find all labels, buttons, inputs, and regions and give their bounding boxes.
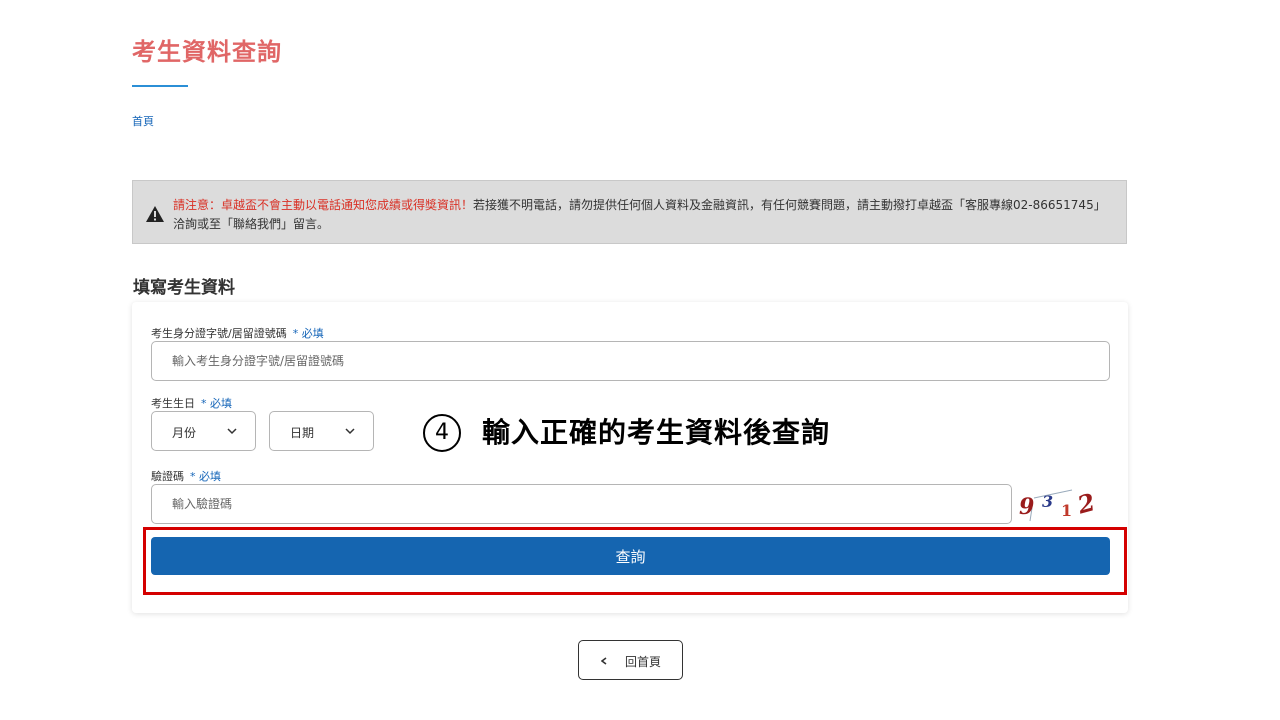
- captcha-label-text: 驗證碼: [151, 470, 184, 483]
- month-select[interactable]: 月份: [151, 411, 256, 451]
- back-home-label: 回首頁: [625, 655, 662, 669]
- day-select[interactable]: 日期: [269, 411, 374, 451]
- notice-banner: 請注意：卓越盃不會主動以電話通知您成績或得獎資訊！若接獲不明電話，請勿提供任何個…: [132, 180, 1127, 244]
- warning-triangle-icon: [146, 206, 164, 222]
- id-field-label-text: 考生身分證字號/居留證號碼: [151, 327, 287, 340]
- chevron-down-icon: [227, 428, 237, 435]
- breadcrumb-home-link[interactable]: 首頁: [132, 113, 154, 129]
- id-field-label: 考生身分證字號/居留證號碼 * 必填: [151, 325, 324, 341]
- section-title: 填寫考生資料: [133, 278, 235, 298]
- annotation-text: 輸入正確的考生資料後查詢: [482, 416, 831, 449]
- svg-text:3: 3: [1042, 492, 1053, 511]
- search-button[interactable]: 查詢: [151, 537, 1110, 575]
- captcha-input[interactable]: [151, 484, 1012, 524]
- back-home-button[interactable]: 回首頁: [578, 640, 683, 680]
- captcha-label: 驗證碼 * 必填: [151, 468, 221, 484]
- required-mark: * 必填: [201, 397, 232, 410]
- birthday-label-text: 考生生日: [151, 397, 195, 410]
- notice-text: 請注意：卓越盃不會主動以電話通知您成績或得獎資訊！若接獲不明電話，請勿提供任何個…: [173, 196, 1103, 234]
- chevron-down-icon: [345, 428, 355, 435]
- required-mark: * 必填: [190, 470, 221, 483]
- svg-text:9: 9: [1019, 494, 1034, 520]
- title-underline: [132, 85, 188, 87]
- step-number-badge: 4: [423, 414, 461, 452]
- id-number-input[interactable]: [151, 341, 1110, 381]
- birthday-label: 考生生日 * 必填: [151, 395, 232, 411]
- chevron-left-icon: [601, 657, 607, 665]
- page-title: 考生資料查詢: [132, 38, 282, 66]
- svg-text:1: 1: [1061, 501, 1072, 520]
- svg-text:2: 2: [1073, 487, 1098, 520]
- notice-warning-text: 請注意：卓越盃不會主動以電話通知您成績或得獎資訊！: [173, 198, 474, 212]
- required-mark: * 必填: [292, 327, 324, 340]
- day-select-value: 日期: [290, 426, 315, 440]
- month-select-value: 月份: [172, 426, 197, 440]
- captcha-image[interactable]: 9 3 1 2: [1014, 484, 1104, 524]
